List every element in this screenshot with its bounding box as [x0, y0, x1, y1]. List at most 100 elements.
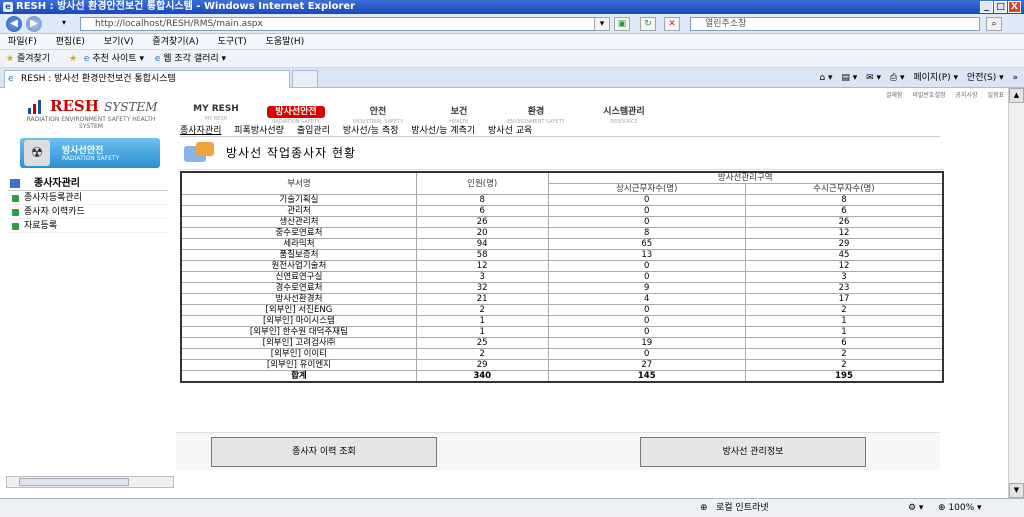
sub-menu-worker-management[interactable]: 종사자관리 [180, 126, 221, 136]
util-link-password[interactable]: 비밀번호설정 [912, 92, 945, 99]
header-temporary-workers: 수시근무자수(명) [744, 183, 944, 195]
stop-icon[interactable]: ✕ [664, 17, 680, 31]
cell-temporary: 29 [744, 238, 944, 250]
minimize-button[interactable]: _ [980, 1, 993, 13]
protected-mode-icon[interactable]: ⚙ ▾ [908, 499, 923, 517]
command-bar: ⌂ ▾ ▤ ▾ ✉ ▾ ⎙ ▾ 페이지(P) ▾ 안전(S) ▾ » [813, 71, 1018, 85]
cell-headcount: 94 [415, 238, 549, 250]
resh-logo[interactable]: RESH SYSTEM RADIATION ENVIRONMENT SAFETY… [22, 96, 162, 132]
top-menu-safety[interactable]: 안전 INDUSTRIAL SAFETY [338, 104, 418, 125]
cell-permanent: 0 [547, 260, 746, 272]
menu-help[interactable]: 도움말(H) [258, 34, 313, 50]
new-tab-button[interactable] [292, 70, 318, 88]
worker-status-icon [182, 140, 218, 164]
side-menu-heading: 종사자관리 [8, 177, 168, 191]
address-input[interactable]: http://localhost/RESH/RMS/main.aspx [80, 17, 610, 31]
table-row: [외부인] 이이티 2 0 2 [180, 348, 944, 360]
maximize-button[interactable]: □ [994, 1, 1007, 13]
home-icon[interactable]: ⌂ ▾ [819, 73, 832, 83]
cell-department: 관리처 [180, 205, 417, 217]
side-item-worker-history-card[interactable]: 종사자 이력카드 [8, 205, 168, 219]
cell-permanent: 0 [547, 348, 746, 360]
cell-permanent: 19 [547, 337, 746, 349]
cell-temporary: 12 [744, 260, 944, 272]
cell-department: 신연료연구실 [180, 271, 417, 283]
compatibility-icon[interactable]: ▣ [614, 17, 630, 31]
header-permanent-workers: 상시근무자수(명) [547, 183, 746, 195]
header-radiation-zone: 방사선관리구역 [547, 171, 944, 184]
ie-small-icon: e [83, 54, 90, 64]
search-placeholder: 열린주소창 [705, 19, 747, 29]
side-item-data-upload[interactable]: 자료등록 [8, 219, 168, 233]
star-icon: ★ [6, 54, 15, 64]
search-input[interactable]: 열린주소창 [690, 17, 980, 31]
cell-temporary: 23 [744, 282, 944, 294]
scroll-up-icon[interactable]: ▲ [1009, 88, 1024, 103]
side-horizontal-scrollbar[interactable] [6, 476, 174, 488]
util-link-approval[interactable]: 걸재함 [886, 92, 903, 99]
table-row: [외부인] 서진ENG 2 0 2 [180, 304, 944, 316]
search-icon[interactable]: ⌕ [986, 17, 1002, 31]
top-menu-environment[interactable]: 환경 ENVIRONMENT SAFETY [494, 104, 578, 125]
cell-permanent: 8 [547, 227, 746, 239]
back-icon[interactable]: ◀ [6, 16, 22, 32]
cell-headcount: 58 [415, 249, 549, 261]
favorites-button[interactable]: 즐겨찾기 [17, 54, 50, 64]
menu-edit[interactable]: 편집(E) [48, 34, 93, 50]
scroll-thumb[interactable] [19, 478, 129, 486]
forward-icon[interactable]: ▶ [26, 16, 42, 32]
mail-icon[interactable]: ✉ ▾ [866, 73, 881, 83]
table-total-row: 합계 340 145 195 [180, 370, 944, 383]
util-link-schedule[interactable]: 일정표 [987, 92, 1004, 99]
top-menu-myresh[interactable]: MY RESH MY RESH [186, 104, 246, 122]
sub-menu-instrument[interactable]: 방사선/능 계측기 [411, 126, 475, 136]
table-row: 경수로연료처 32 9 23 [180, 282, 944, 294]
sub-menu-education[interactable]: 방사선 교육 [488, 126, 532, 136]
cell-permanent: 65 [547, 238, 746, 250]
cell-permanent: 0 [547, 271, 746, 283]
address-dropdown-icon[interactable]: ▾ [594, 17, 610, 31]
menu-file[interactable]: 파일(F) [0, 34, 45, 50]
add-favorite-icon[interactable]: ★ [69, 54, 77, 64]
table-row: 생산관리처 26 0 26 [180, 216, 944, 228]
util-link-notice[interactable]: 공지사항 [955, 92, 977, 99]
table-row: [외부인] 유이엔지 29 27 2 [180, 359, 944, 371]
refresh-icon[interactable]: ↻ [640, 17, 656, 31]
print-icon[interactable]: ⎙ ▾ [890, 73, 905, 83]
safety-menu[interactable]: 안전(S) ▾ [967, 73, 1004, 83]
table-row: 원전사업기술처 12 0 12 [180, 260, 944, 272]
top-menu-system[interactable]: 시스템관리 RESOURCE [584, 104, 664, 125]
sub-menu-dose[interactable]: 피폭방사선량 [234, 126, 284, 136]
more-chevron-icon[interactable]: » [1012, 73, 1018, 83]
sub-menu-access[interactable]: 출입관리 [297, 126, 330, 136]
history-dropdown-icon[interactable]: ▾ [62, 18, 66, 27]
cell-department: [외부인] 유이엔지 [180, 359, 417, 371]
worker-history-button[interactable]: 종사자 이력 조회 [211, 437, 437, 467]
sub-menu: 종사자관리 피폭방사선량 출입관리 방사선/능 측정 방사선/능 계측기 방사선… [180, 125, 940, 137]
page-menu[interactable]: 페이지(P) ▾ [913, 73, 958, 83]
sub-menu-measurement[interactable]: 방사선/능 측정 [343, 126, 399, 136]
menu-view[interactable]: 보기(V) [96, 34, 142, 50]
cell-temporary: 6 [744, 205, 944, 217]
scroll-down-icon[interactable]: ▼ [1009, 483, 1024, 498]
feeds-icon[interactable]: ▤ ▾ [841, 73, 857, 83]
top-menu-radiation-safety[interactable]: 방사선안전 RADIATION SAFETY [254, 104, 338, 125]
cell-headcount: 1 [415, 326, 549, 338]
suggested-sites-link[interactable]: 추천 사이트 ▾ [92, 54, 144, 64]
zoom-label[interactable]: ⊕ 100% ▾ [938, 499, 982, 517]
cell-temporary: 2 [744, 348, 944, 360]
network-icon: ⊕ [700, 503, 708, 513]
section-badge-subtitle: RADIATION SAFETY [62, 155, 120, 162]
radiation-info-button[interactable]: 방사선 관리정보 [640, 437, 866, 467]
side-item-worker-registration[interactable]: 종사자등록관리 [8, 191, 168, 205]
menu-tools[interactable]: 도구(T) [210, 34, 255, 50]
browser-tab[interactable]: e RESH : 방사선 환경안전보건 통합시스템 [4, 70, 290, 88]
close-button[interactable]: X [1008, 1, 1021, 13]
web-slice-gallery-link[interactable]: 웹 조각 갤러리 ▾ [163, 54, 226, 64]
vertical-scrollbar[interactable]: ▲ ▼ [1008, 88, 1024, 498]
top-menu-health[interactable]: 보건 HEALTH [424, 104, 494, 125]
cell-headcount: 2 [415, 348, 549, 360]
utility-links: 걸재함 비밀번호설정 공지사항 일정표 [878, 90, 1004, 99]
menu-favorites[interactable]: 즐겨찾기(A) [144, 34, 206, 50]
table-row: 관리처 6 0 6 [180, 205, 944, 217]
